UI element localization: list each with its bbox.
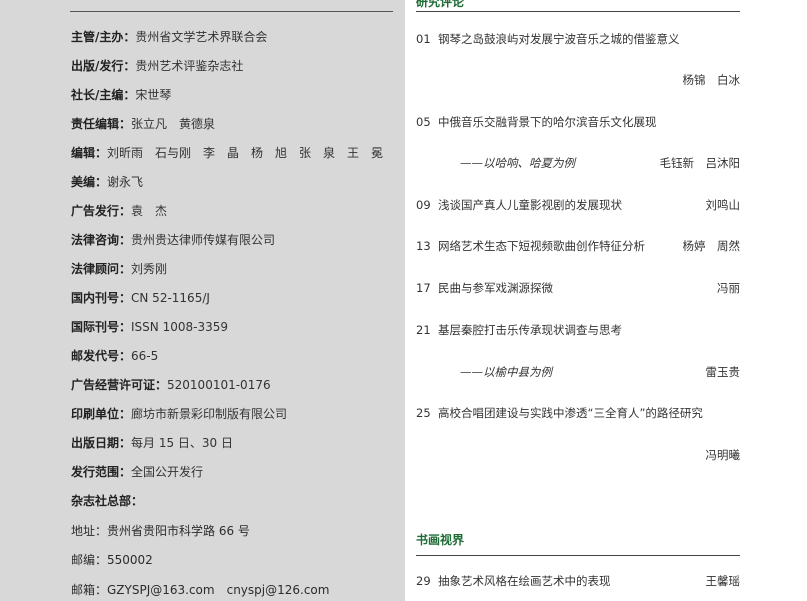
- masthead-row: 国内刊号：CN 52-1165/J: [71, 290, 210, 306]
- masthead-label: 责任编辑：: [71, 117, 132, 131]
- masthead-value: ISSN 1008-3359: [131, 320, 228, 334]
- masthead-label: 印刷单位：: [71, 407, 132, 421]
- toc-author: 杨锦 白冰: [682, 73, 741, 87]
- masthead-value: 520100101-0176: [167, 378, 271, 392]
- toc-page-number: 25: [416, 406, 431, 420]
- section-heading-research: 研究评论: [416, 0, 465, 9]
- masthead-row: 广告经营许可证：520100101-0176: [71, 377, 271, 393]
- toc-title: 网络艺术生态下短视频歌曲创作特征分析: [438, 239, 645, 253]
- masthead-value: 刘秀刚: [131, 262, 168, 276]
- masthead-row: 出版日期：每月 15 日、30 日: [71, 435, 233, 451]
- masthead-row: 主管/主办：贵州省文学艺术界联合会: [71, 29, 267, 45]
- masthead-value: CN 52-1165/J: [131, 291, 210, 305]
- toc-author: 杨婷 周然: [682, 239, 741, 253]
- section-rule-research: [416, 11, 740, 12]
- masthead-row: 法律顾问：刘秀刚: [71, 261, 167, 277]
- toc-subtitle: ——以榆中县为例: [460, 365, 552, 379]
- toc-author: 雷玉贵: [705, 365, 741, 379]
- masthead-row: 出版/发行：贵州艺术评鉴杂志社: [71, 58, 243, 74]
- masthead-value: 谢永飞: [107, 175, 144, 189]
- masthead-label: 出版/发行：: [71, 59, 136, 73]
- masthead-row: 编辑：刘昕雨 石与刚 李 晶 杨 旭 张 泉 王 冕: [71, 145, 383, 161]
- toc-entry[interactable]: 21 基层秦腔打击乐传承现状调查与思考: [416, 322, 740, 338]
- masthead-row: 美编：谢永飞: [71, 174, 143, 190]
- masthead-row: 国际刊号：ISSN 1008-3359: [71, 319, 228, 335]
- toc-entry[interactable]: 01 钢琴之岛鼓浪屿对发展宁波音乐之城的借鉴意义: [416, 31, 740, 47]
- masthead-label: 法律咨询：: [71, 233, 132, 247]
- toc-entry[interactable]: 09 浅谈国产真人儿童影视剧的发展现状 刘鸣山: [416, 197, 740, 213]
- masthead-label: 发行范围：: [71, 465, 132, 479]
- masthead-label: 广告发行：: [71, 204, 132, 218]
- toc-title: 浅谈国产真人儿童影视剧的发展现状: [438, 198, 622, 212]
- toc-author: 毛钰新 吕沐阳: [659, 156, 741, 170]
- toc-author: 王馨瑶: [705, 574, 741, 588]
- toc-entry[interactable]: 17 民曲与参军戏渊源探微 冯丽: [416, 280, 740, 296]
- masthead-label: 法律顾问：: [71, 262, 132, 276]
- masthead-value: 66-5: [131, 349, 159, 363]
- toc-page-number: 17: [416, 281, 431, 295]
- masthead-row: 法律咨询：贵州贵达律师传媒有限公司: [71, 232, 275, 248]
- toc-title: 抽象艺术风格在绘画艺术中的表现: [438, 574, 611, 588]
- masthead-value: 宋世琴: [135, 88, 172, 102]
- toc-entry[interactable]: 杨锦 白冰: [416, 72, 741, 88]
- toc-page-number: 05: [416, 115, 431, 129]
- masthead-value: 廊坊市新景彩印制版有限公司: [131, 407, 288, 421]
- section-heading-art: 书画视界: [416, 533, 465, 547]
- toc-page-number: 09: [416, 198, 431, 212]
- masthead-address-line: 邮箱：GZYSPJ@163.com cnyspj@126.com: [71, 583, 330, 597]
- masthead-label: 国内刊号：: [71, 291, 132, 305]
- masthead-value: 全国公开发行: [131, 465, 204, 479]
- masthead-row: 发行范围：全国公开发行: [71, 464, 203, 480]
- toc-entry[interactable]: 25 高校合唱团建设与实践中渗透“三全育人”的路径研究: [416, 405, 740, 421]
- toc-page-number: 01: [416, 32, 431, 46]
- masthead-label: 社长/主编：: [71, 88, 136, 102]
- masthead-value: 贵州省文学艺术界联合会: [135, 30, 268, 44]
- masthead-label: 主管/主办：: [71, 30, 136, 44]
- contents-panel: 研究评论 01 钢琴之岛鼓浪屿对发展宁波音乐之城的借鉴意义杨锦 白冰 05 中俄音乐交…: [405, 0, 807, 601]
- masthead-value: 袁 杰: [131, 204, 168, 218]
- toc-entry[interactable]: 29 抽象艺术风格在绘画艺术中的表现 王馨瑶: [416, 573, 740, 589]
- toc-title: 民曲与参军戏渊源探微: [438, 281, 553, 295]
- masthead-row: 杂志社总部：: [71, 493, 143, 509]
- masthead-label: 出版日期：: [71, 436, 132, 450]
- masthead-value: 贵州贵达律师传媒有限公司: [131, 233, 276, 247]
- masthead-label: 国际刊号：: [71, 320, 132, 334]
- toc-page-number: 21: [416, 323, 431, 337]
- masthead-value: 刘昕雨 石与刚 李 晶 杨 旭 张 泉 王 冕: [107, 146, 384, 160]
- masthead-value: 每月 15 日、30 日: [131, 436, 233, 450]
- masthead-label: 广告经营许可证：: [71, 378, 168, 392]
- masthead-label: 邮发代号：: [71, 349, 132, 363]
- toc-title: 高校合唱团建设与实践中渗透“三全育人”的路径研究: [438, 406, 703, 420]
- toc-entry[interactable]: ——以哈响、哈夏为例 毛钰新 吕沐阳: [416, 155, 740, 171]
- toc-entry[interactable]: 13 网络艺术生态下短视频歌曲创作特征分析 杨婷 周然: [416, 238, 740, 254]
- masthead-row: 社长/主编：宋世琴: [71, 87, 171, 103]
- masthead-panel: 主管/主办：贵州省文学艺术界联合会 出版/发行：贵州艺术评鉴杂志社 社长/主编：宋世…: [0, 0, 405, 601]
- section-rule-art: [416, 555, 740, 556]
- toc-page-number: 29: [416, 574, 431, 588]
- masthead-value: 张立凡 黄德泉: [131, 117, 216, 131]
- masthead-label: 编辑：: [71, 146, 108, 160]
- masthead-value: 贵州艺术评鉴杂志社: [135, 59, 244, 73]
- toc-entry[interactable]: ——以榆中县为例 雷玉贵: [416, 364, 740, 380]
- toc-page-number: 13: [416, 239, 431, 253]
- masthead-label: 杂志社总部：: [71, 494, 144, 508]
- toc-author: 刘鸣山: [705, 198, 741, 212]
- toc-entry[interactable]: 05 中俄音乐交融背景下的哈尔滨音乐文化展现: [416, 114, 740, 130]
- toc-title: 钢琴之岛鼓浪屿对发展宁波音乐之城的借鉴意义: [438, 32, 680, 46]
- masthead-top-rule: [70, 11, 393, 12]
- masthead-address-line: 邮编：550002: [71, 553, 153, 567]
- toc-title: 中俄音乐交融背景下的哈尔滨音乐文化展现: [438, 115, 657, 129]
- masthead-row: 邮发代号：66-5: [71, 348, 158, 364]
- masthead-row: 广告发行：袁 杰: [71, 203, 167, 219]
- masthead-address-line: 地址：贵州省贵阳市科学路 66 号: [71, 524, 250, 538]
- masthead-row: 责任编辑：张立凡 黄德泉: [71, 116, 215, 132]
- toc-entry[interactable]: 冯明曦: [416, 447, 741, 463]
- masthead-label: 美编：: [71, 175, 108, 189]
- toc-author: 冯丽: [717, 281, 740, 295]
- toc-author: 冯明曦: [705, 448, 741, 462]
- toc-title: 基层秦腔打击乐传承现状调查与思考: [438, 323, 622, 337]
- toc-subtitle: ——以哈响、哈夏为例: [460, 156, 575, 170]
- masthead-row: 印刷单位：廊坊市新景彩印制版有限公司: [71, 406, 287, 422]
